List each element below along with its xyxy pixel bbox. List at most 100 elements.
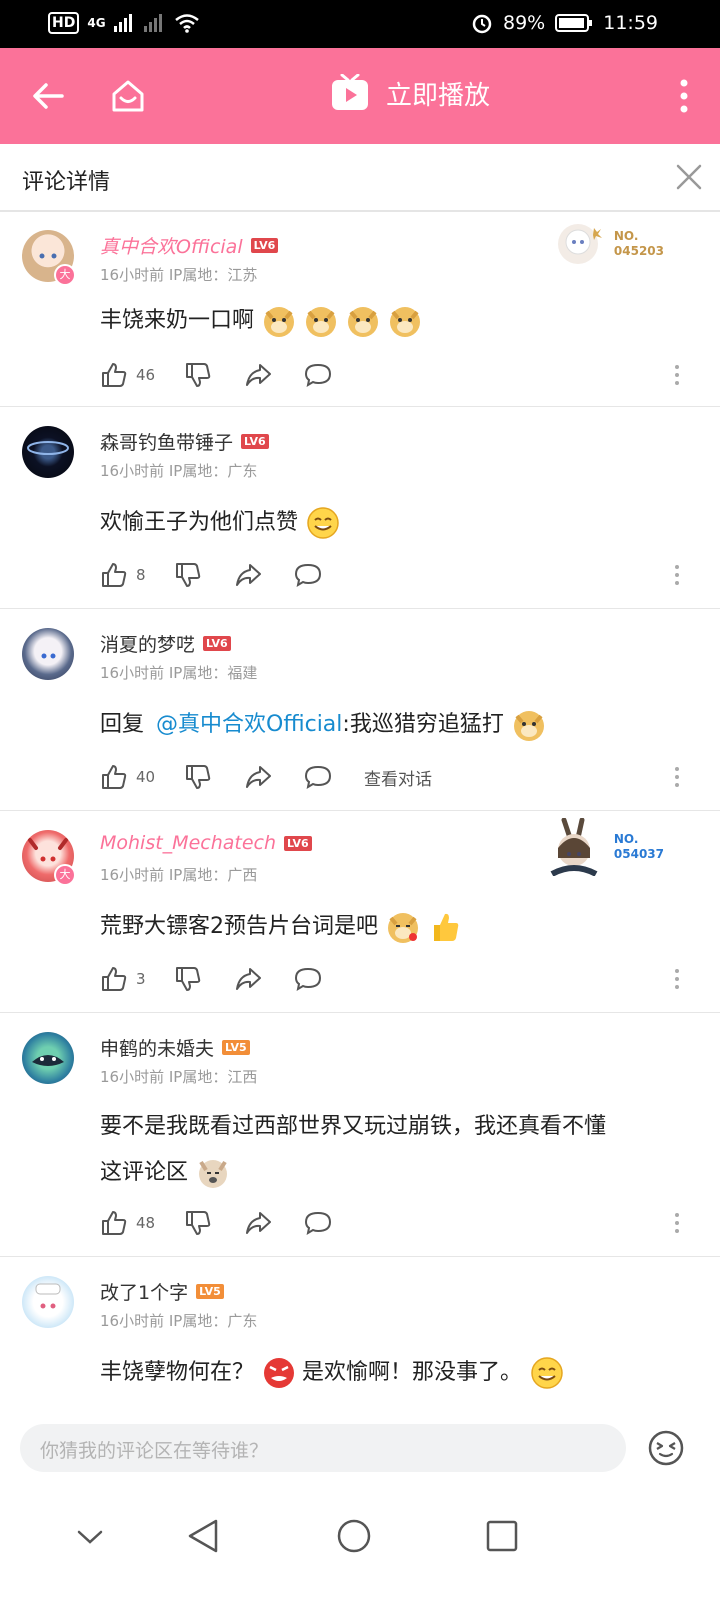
reply-icon[interactable] [294,965,322,993]
reply-icon[interactable] [304,763,332,791]
comment-input[interactable]: 你猜我的评论区在等待谁？ [20,1424,626,1472]
username[interactable]: 申鹤的未婚夫 LV5 [100,1034,250,1061]
like-button[interactable]: 48 [100,1209,184,1237]
doge-emoji-icon [513,711,544,741]
thumbs-up-icon [102,563,127,587]
level-badge: LV6 [284,835,312,851]
comment-more-icon[interactable] [674,1212,680,1234]
comment-meta: 16小时前 IP属地：江西 [100,1068,258,1086]
comment-text: 丰饶孽物何在？ 是欢愉啊！那没事了。 [100,1350,564,1396]
collapse-chevron-icon[interactable] [76,1522,104,1550]
fan-medal: NO. 054037 [542,818,664,876]
view-conversation-link[interactable]: 查看对话 [364,765,432,790]
comment-text-line-2: 这评论区 [100,1160,189,1185]
more-vertical-icon[interactable] [678,78,690,114]
comment-more-icon[interactable] [674,564,680,586]
home-circle-icon[interactable] [336,1518,372,1554]
avatar[interactable] [22,1032,74,1084]
comment-item: 消夏的梦呓 LV6 16小时前 IP属地：福建 回复 @真中合欢Official… [0,608,720,811]
doge-flower-emoji-icon [388,913,418,943]
comment-item: 申鹤的未婚夫 LV5 16小时前 IP属地：江西 要不是我既看过西部世界又玩过崩… [0,1012,720,1257]
comment-item: 大 真中合欢Official LV6 16小时前 IP属地：江苏 NO. 045… [0,210,720,407]
avatar-art [35,1283,61,1309]
back-triangle-icon[interactable] [186,1518,220,1554]
level-badge: LV5 [222,1040,250,1055]
like-button[interactable]: 8 [100,561,174,589]
level-badge: LV6 [203,636,231,651]
fan-card-art [550,818,598,876]
close-icon[interactable] [672,160,706,194]
like-count: 48 [136,1214,156,1232]
username[interactable]: 森哥钓鱼带锤子 LV6 [100,428,269,455]
comment-actions: 40 查看对话 [100,760,432,794]
thumbs-up-icon [102,363,127,387]
username-text: 改了1个字 [100,1282,189,1304]
comment-text: 要不是我既看过西部世界又玩过崩铁，我还真看不懂 这评论区 [100,1104,700,1196]
thumbs-down-icon[interactable] [174,965,202,993]
like-count: 40 [136,768,156,786]
comment-input-placeholder: 你猜我的评论区在等待谁？ [40,1440,269,1462]
avatar[interactable] [22,426,74,478]
fan-no-label: NO. [613,832,639,846]
comment-text-body: 欢愉王子为他们点赞 [100,510,299,535]
username-text: Mohist_Mechatech [100,832,277,854]
comment-item: 大 Mohist_Mechatech LV6 16小时前 IP属地：广西 NO.… [0,810,720,1013]
comment-text-body: 荒野大镖客2预告片台词是吧 [100,914,378,939]
username[interactable]: 真中合欢Official LV6 [100,232,279,259]
username[interactable]: 消夏的梦呓 LV6 [100,630,231,657]
username[interactable]: Mohist_Mechatech LV6 [100,832,312,854]
comment-more-icon[interactable] [674,968,680,990]
share-icon[interactable] [244,361,272,389]
thumbs-up-icon [102,967,127,991]
share-icon[interactable] [244,763,272,791]
share-icon[interactable] [234,965,262,993]
share-icon[interactable] [234,561,262,589]
thumbs-down-icon[interactable] [174,561,202,589]
avatar[interactable] [22,628,74,680]
comment-text-body: :我巡猎穷追猛打 [342,712,504,737]
reply-icon[interactable] [304,361,332,389]
share-icon[interactable] [244,1209,272,1237]
mention-link[interactable]: @真中合欢Official [156,702,342,748]
comment-meta: 16小时前 IP属地：广东 [100,462,258,480]
angry-emoji-icon [264,1358,295,1388]
emoji-picker-icon[interactable] [646,1428,686,1468]
thumbs-down-icon[interactable] [184,1209,212,1237]
back-arrow-icon[interactable] [30,78,66,114]
reply-icon[interactable] [304,1209,332,1237]
reply-icon[interactable] [294,561,322,589]
smile-emoji-icon [307,507,339,539]
comment-meta: 16小时前 IP属地：广东 [100,1312,258,1330]
thumbs-up-emoji-icon [434,913,459,941]
signal-icon [113,14,132,32]
comment-more-icon[interactable] [674,766,680,788]
top-bar: 立即播放 [0,48,720,144]
level-badge: LV5 [196,1284,224,1299]
dog-emoji-icon [199,1160,228,1188]
like-button[interactable]: 40 [100,763,184,791]
comment-more-icon[interactable] [674,364,680,386]
recents-square-icon[interactable] [486,1520,518,1552]
like-button[interactable]: 46 [100,361,184,389]
level-badge: LV6 [241,434,269,449]
avatar[interactable] [22,1276,74,1328]
like-count: 3 [136,970,146,988]
hd-badge: HD [48,12,80,34]
battery-percent: 89% [503,12,546,34]
doge-emoji-icon [390,307,421,337]
thumbs-down-icon[interactable] [184,361,212,389]
like-button[interactable]: 3 [100,965,174,993]
fan-id: 045203 [613,244,664,258]
username-text: 真中合欢Official [100,236,243,258]
username[interactable]: 改了1个字 LV5 [100,1278,224,1305]
reply-prefix: 回复 [100,712,145,737]
play-now-button[interactable]: 立即播放 [330,74,490,112]
wifi-icon [174,14,199,33]
doge-emoji-icon [348,307,379,337]
comment-meta: 16小时前 IP属地：广西 [100,866,258,884]
comment-text-line-1: 要不是我既看过西部世界又玩过崩铁，我还真看不懂 [100,1114,607,1139]
home-icon[interactable] [108,76,148,116]
thumbs-up-icon [102,1211,127,1235]
thumbs-down-icon[interactable] [184,763,212,791]
comment-detail-header: 评论详情 [0,144,720,212]
